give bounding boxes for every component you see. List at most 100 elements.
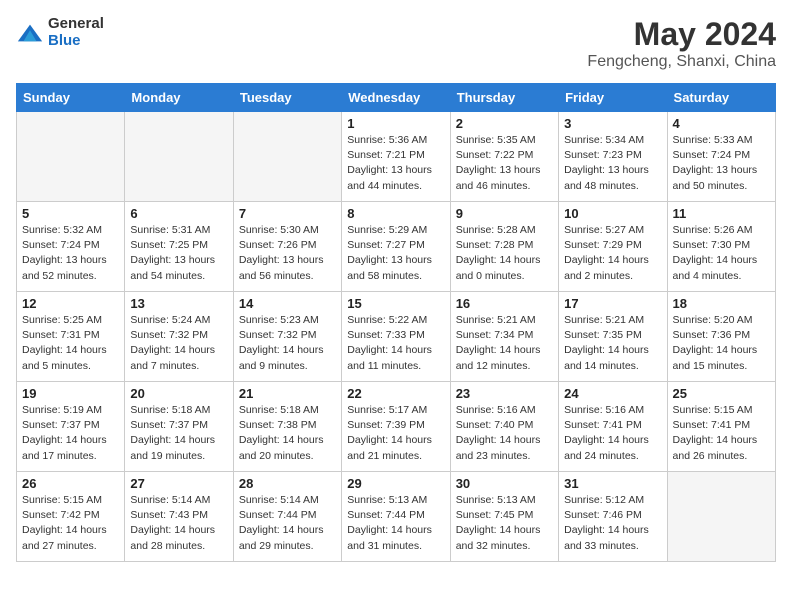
day-info: Sunrise: 5:24 AM Sunset: 7:32 PM Dayligh… <box>130 313 227 374</box>
day-number: 13 <box>130 296 227 311</box>
calendar-cell: 9 Sunrise: 5:28 AM Sunset: 7:28 PM Daylig… <box>450 202 558 292</box>
day-number: 29 <box>347 476 444 491</box>
weekday-header: Friday <box>559 84 667 112</box>
calendar-cell: 23 Sunrise: 5:16 AM Sunset: 7:40 PM Dayli… <box>450 382 558 472</box>
day-number: 23 <box>456 386 553 401</box>
day-number: 14 <box>239 296 336 311</box>
calendar-cell: 26Sunrise: 5:15 AM Sunset: 7:42 PM Dayli… <box>17 472 125 562</box>
day-info: Sunrise: 5:28 AM Sunset: 7:28 PM Dayligh… <box>456 223 553 284</box>
calendar-subtitle: Fengcheng, Shanxi, China <box>587 53 776 71</box>
day-info: Sunrise: 5:12 AM Sunset: 7:46 PM Dayligh… <box>564 493 661 554</box>
calendar-week-row: 19 Sunrise: 5:19 AM Sunset: 7:37 PM Dayli… <box>17 382 776 472</box>
weekday-row: SundayMondayTuesdayWednesdayThursdayFrid… <box>17 84 776 112</box>
calendar-cell: 15 Sunrise: 5:22 AM Sunset: 7:33 PM Dayli… <box>342 292 450 382</box>
calendar-cell <box>17 112 125 202</box>
calendar-cell: 1Sunrise: 5:36 AM Sunset: 7:21 PM Daylig… <box>342 112 450 202</box>
calendar-cell: 17 Sunrise: 5:21 AM Sunset: 7:35 PM Dayli… <box>559 292 667 382</box>
calendar-cell: 2Sunrise: 5:35 AM Sunset: 7:22 PM Daylig… <box>450 112 558 202</box>
weekday-header: Tuesday <box>233 84 341 112</box>
calendar-cell: 10 Sunrise: 5:27 AM Sunset: 7:29 PM Dayli… <box>559 202 667 292</box>
day-info: Sunrise: 5:21 AM Sunset: 7:34 PM Dayligh… <box>456 313 553 374</box>
day-number: 8 <box>347 206 444 221</box>
day-info: Sunrise: 5:14 AM Sunset: 7:43 PM Dayligh… <box>130 493 227 554</box>
day-info: Sunrise: 5:13 AM Sunset: 7:44 PM Dayligh… <box>347 493 444 554</box>
calendar-cell: 16 Sunrise: 5:21 AM Sunset: 7:34 PM Dayli… <box>450 292 558 382</box>
day-info: Sunrise: 5:26 AM Sunset: 7:30 PM Dayligh… <box>673 223 770 284</box>
calendar-cell: 25Sunrise: 5:15 AM Sunset: 7:41 PM Dayli… <box>667 382 775 472</box>
calendar-cell: 24 Sunrise: 5:16 AM Sunset: 7:41 PM Dayli… <box>559 382 667 472</box>
calendar-cell: 21Sunrise: 5:18 AM Sunset: 7:38 PM Dayli… <box>233 382 341 472</box>
weekday-header: Saturday <box>667 84 775 112</box>
calendar-header: SundayMondayTuesdayWednesdayThursdayFrid… <box>17 84 776 112</box>
calendar-cell <box>667 472 775 562</box>
day-info: Sunrise: 5:22 AM Sunset: 7:33 PM Dayligh… <box>347 313 444 374</box>
day-info: Sunrise: 5:16 AM Sunset: 7:41 PM Dayligh… <box>564 403 661 464</box>
day-info: Sunrise: 5:21 AM Sunset: 7:35 PM Dayligh… <box>564 313 661 374</box>
weekday-header: Wednesday <box>342 84 450 112</box>
day-number: 10 <box>564 206 661 221</box>
logo-icon <box>16 19 44 47</box>
day-number: 12 <box>22 296 119 311</box>
day-info: Sunrise: 5:13 AM Sunset: 7:45 PM Dayligh… <box>456 493 553 554</box>
calendar-cell: 19 Sunrise: 5:19 AM Sunset: 7:37 PM Dayli… <box>17 382 125 472</box>
calendar-week-row: 1Sunrise: 5:36 AM Sunset: 7:21 PM Daylig… <box>17 112 776 202</box>
calendar-cell: 22Sunrise: 5:17 AM Sunset: 7:39 PM Dayli… <box>342 382 450 472</box>
day-number: 5 <box>22 206 119 221</box>
day-number: 30 <box>456 476 553 491</box>
calendar-cell <box>125 112 233 202</box>
day-number: 17 <box>564 296 661 311</box>
calendar-cell: 18 Sunrise: 5:20 AM Sunset: 7:36 PM Dayli… <box>667 292 775 382</box>
day-info: Sunrise: 5:25 AM Sunset: 7:31 PM Dayligh… <box>22 313 119 374</box>
calendar-cell: 7 Sunrise: 5:30 AM Sunset: 7:26 PM Daylig… <box>233 202 341 292</box>
day-info: Sunrise: 5:17 AM Sunset: 7:39 PM Dayligh… <box>347 403 444 464</box>
calendar-cell: 5 Sunrise: 5:32 AM Sunset: 7:24 PM Daylig… <box>17 202 125 292</box>
day-number: 31 <box>564 476 661 491</box>
logo: General Blue <box>16 16 104 49</box>
weekday-header: Monday <box>125 84 233 112</box>
calendar-cell: 6Sunrise: 5:31 AM Sunset: 7:25 PM Daylig… <box>125 202 233 292</box>
page-header: General Blue May 2024 Fengcheng, Shanxi,… <box>16 16 776 71</box>
calendar-cell: 27 Sunrise: 5:14 AM Sunset: 7:43 PM Dayli… <box>125 472 233 562</box>
day-number: 7 <box>239 206 336 221</box>
day-info: Sunrise: 5:23 AM Sunset: 7:32 PM Dayligh… <box>239 313 336 374</box>
day-number: 9 <box>456 206 553 221</box>
day-info: Sunrise: 5:30 AM Sunset: 7:26 PM Dayligh… <box>239 223 336 284</box>
calendar-week-row: 12 Sunrise: 5:25 AM Sunset: 7:31 PM Dayli… <box>17 292 776 382</box>
calendar-cell: 11 Sunrise: 5:26 AM Sunset: 7:30 PM Dayli… <box>667 202 775 292</box>
day-number: 25 <box>673 386 770 401</box>
day-info: Sunrise: 5:29 AM Sunset: 7:27 PM Dayligh… <box>347 223 444 284</box>
calendar-body: 1Sunrise: 5:36 AM Sunset: 7:21 PM Daylig… <box>17 112 776 562</box>
weekday-header: Thursday <box>450 84 558 112</box>
calendar-cell: 12 Sunrise: 5:25 AM Sunset: 7:31 PM Dayli… <box>17 292 125 382</box>
day-number: 2 <box>456 116 553 131</box>
calendar-cell: 29 Sunrise: 5:13 AM Sunset: 7:44 PM Dayli… <box>342 472 450 562</box>
day-info: Sunrise: 5:33 AM Sunset: 7:24 PM Dayligh… <box>673 133 770 194</box>
weekday-header: Sunday <box>17 84 125 112</box>
calendar-title: May 2024 <box>587 16 776 53</box>
day-number: 19 <box>22 386 119 401</box>
logo-blue: Blue <box>48 33 104 50</box>
day-number: 11 <box>673 206 770 221</box>
calendar-week-row: 5 Sunrise: 5:32 AM Sunset: 7:24 PM Daylig… <box>17 202 776 292</box>
day-info: Sunrise: 5:20 AM Sunset: 7:36 PM Dayligh… <box>673 313 770 374</box>
day-number: 15 <box>347 296 444 311</box>
day-info: Sunrise: 5:32 AM Sunset: 7:24 PM Dayligh… <box>22 223 119 284</box>
day-number: 16 <box>456 296 553 311</box>
calendar-cell: 28Sunrise: 5:14 AM Sunset: 7:44 PM Dayli… <box>233 472 341 562</box>
day-number: 18 <box>673 296 770 311</box>
title-block: May 2024 Fengcheng, Shanxi, China <box>587 16 776 71</box>
calendar-cell: 4Sunrise: 5:33 AM Sunset: 7:24 PM Daylig… <box>667 112 775 202</box>
day-info: Sunrise: 5:16 AM Sunset: 7:40 PM Dayligh… <box>456 403 553 464</box>
logo-text: General Blue <box>48 16 104 49</box>
day-info: Sunrise: 5:19 AM Sunset: 7:37 PM Dayligh… <box>22 403 119 464</box>
calendar-cell <box>233 112 341 202</box>
day-number: 28 <box>239 476 336 491</box>
calendar-cell: 14 Sunrise: 5:23 AM Sunset: 7:32 PM Dayli… <box>233 292 341 382</box>
day-info: Sunrise: 5:27 AM Sunset: 7:29 PM Dayligh… <box>564 223 661 284</box>
day-number: 24 <box>564 386 661 401</box>
day-info: Sunrise: 5:18 AM Sunset: 7:37 PM Dayligh… <box>130 403 227 464</box>
day-number: 26 <box>22 476 119 491</box>
calendar-cell: 20 Sunrise: 5:18 AM Sunset: 7:37 PM Dayli… <box>125 382 233 472</box>
day-number: 20 <box>130 386 227 401</box>
day-number: 27 <box>130 476 227 491</box>
